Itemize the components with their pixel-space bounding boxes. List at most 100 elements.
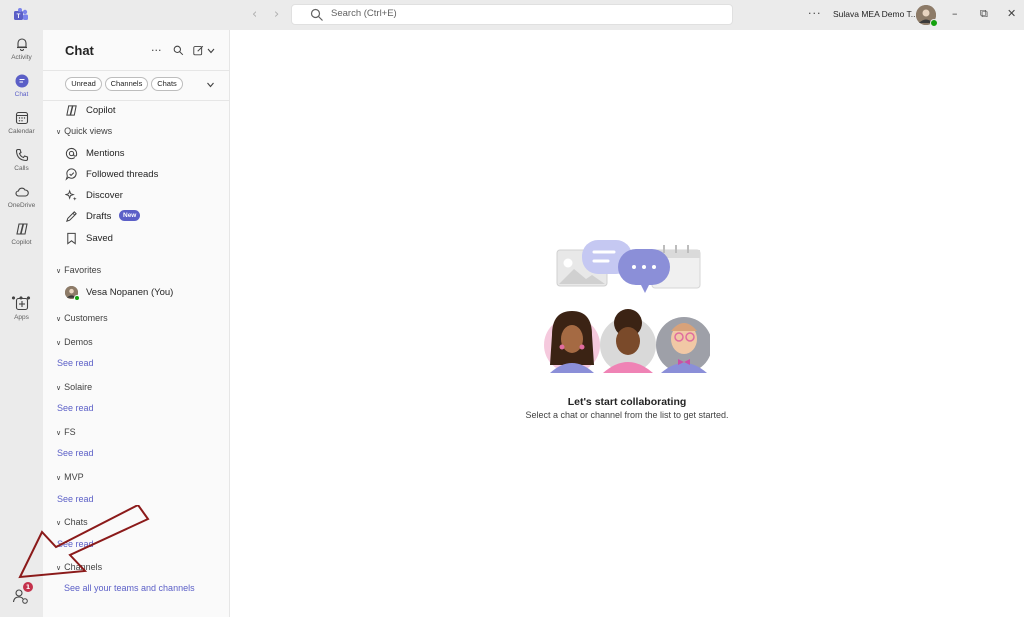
section-demos[interactable]: ∨ Demos	[56, 337, 93, 347]
chat-sidebar: Chat ··· Unread Channels Chats Copilot ∨…	[43, 30, 230, 617]
see-read-link[interactable]: See read	[57, 358, 94, 368]
notification-badge: 1	[23, 582, 33, 592]
calendar-icon	[15, 111, 28, 125]
section-solaire[interactable]: ∨ Solaire	[56, 382, 92, 392]
section-fs[interactable]: ∨ FS	[56, 427, 76, 437]
section-label: FS	[64, 427, 76, 437]
filter-channels[interactable]: Channels	[105, 77, 148, 91]
section-label: Quick views	[64, 126, 113, 136]
collaboration-illustration	[544, 240, 710, 373]
quick-view-label: Saved	[86, 233, 113, 244]
filter-chats[interactable]: Chats	[151, 77, 183, 91]
copilot-icon	[15, 223, 28, 235]
chevron-down-icon: ∨	[56, 129, 62, 136]
rail-label: Calendar	[8, 128, 35, 135]
app-rail: Activity Chat Calendar Calls OneDrive Co…	[0, 30, 43, 617]
divider	[43, 70, 230, 71]
sparkle-icon	[65, 189, 77, 201]
section-label: Solaire	[64, 382, 93, 392]
chevron-down-icon: ∨	[56, 316, 62, 323]
chevron-down-icon: ∨	[56, 268, 62, 275]
new-chat-icon[interactable]	[193, 45, 204, 56]
chevron-down-icon: ∨	[56, 520, 62, 527]
section-chats[interactable]: ∨ Chats	[56, 517, 88, 527]
quick-view-label: Mentions	[86, 148, 125, 159]
see-read-link[interactable]: See read	[57, 448, 94, 458]
empty-state-subtitle: Select a chat or channel from the list t…	[525, 410, 729, 420]
chevron-down-icon[interactable]	[206, 82, 215, 88]
search-input[interactable]: Search (Ctrl+E)	[291, 4, 733, 25]
section-quick-views[interactable]: ∨ Quick views	[56, 126, 112, 136]
bookmark-icon	[67, 232, 76, 245]
rail-label: OneDrive	[7, 202, 36, 209]
rail-label: Activity	[11, 54, 32, 61]
quick-view-followed-threads[interactable]: Followed threads	[43, 165, 230, 185]
more-options-button[interactable]: ···	[808, 7, 822, 20]
minimize-button[interactable]: –	[952, 7, 958, 20]
rail-label: Chat	[14, 91, 29, 98]
copilot-label: Copilot	[86, 105, 116, 116]
quick-view-saved[interactable]: Saved	[43, 229, 230, 249]
avatar	[65, 286, 80, 301]
quick-view-label: Drafts	[86, 211, 112, 222]
rail-item-calendar[interactable]: Calendar	[0, 111, 43, 145]
rail-item-activity[interactable]: Activity	[0, 37, 43, 71]
quick-view-drafts[interactable]: Drafts New	[43, 207, 230, 227]
user-avatar[interactable]	[916, 5, 938, 27]
section-customers[interactable]: ∨ Customers	[56, 313, 108, 323]
rail-item-apps[interactable]: Apps	[0, 297, 43, 331]
rail-item-chat[interactable]: Chat	[0, 74, 43, 108]
see-read-link[interactable]: See read	[57, 539, 94, 549]
rail-item-calls[interactable]: Calls	[0, 148, 43, 182]
search-icon	[310, 8, 323, 21]
close-button[interactable]: ✕	[1007, 7, 1016, 20]
forward-button[interactable]: ›	[274, 7, 279, 22]
back-button[interactable]: ‹	[252, 7, 257, 22]
rail-item-copilot[interactable]: Copilot	[0, 222, 43, 256]
quick-view-label: Followed threads	[86, 169, 159, 180]
section-label: Channels	[64, 562, 103, 572]
restore-button[interactable]: ⧉	[980, 7, 988, 21]
see-read-link[interactable]: See read	[57, 403, 94, 413]
presence-available-icon	[930, 19, 938, 27]
search-placeholder: Search (Ctrl+E)	[331, 8, 397, 19]
chevron-down-icon: ∨	[56, 385, 62, 392]
chevron-down-icon: ∨	[56, 565, 62, 572]
filter-unread[interactable]: Unread	[65, 77, 102, 91]
favorite-contact[interactable]: Vesa Nopanen (You)	[43, 283, 230, 303]
title-bar: T ‹ › Search (Ctrl+E) ··· Sulava MEA Dem…	[0, 0, 1024, 30]
org-name[interactable]: Sulava MEA Demo T...	[833, 9, 918, 19]
empty-state-title: Let's start collaborating	[567, 396, 687, 408]
phone-icon	[15, 148, 28, 162]
see-read-link[interactable]: See read	[57, 494, 94, 504]
followed-threads-icon	[65, 168, 77, 181]
chevron-down-icon: ∨	[56, 430, 62, 437]
teams-logo-icon[interactable]: T	[13, 7, 29, 23]
quick-view-mentions[interactable]: Mentions	[43, 144, 230, 164]
copilot-item[interactable]: Copilot	[43, 101, 230, 121]
svg-text:T: T	[17, 14, 21, 20]
section-label: Customers	[64, 313, 108, 323]
copilot-icon	[66, 105, 77, 116]
section-label: Chats	[64, 517, 88, 527]
rail-label: Copilot	[11, 239, 32, 246]
contact-name: Vesa Nopanen (You)	[86, 287, 174, 298]
presence-available-icon	[74, 295, 80, 301]
sidebar-more-button[interactable]: ···	[151, 44, 162, 57]
chevron-down-icon: ∨	[56, 340, 62, 347]
quick-view-discover[interactable]: Discover	[43, 186, 230, 206]
person-avatar-icon	[656, 317, 710, 373]
at-icon	[65, 147, 78, 160]
see-all-teams-link[interactable]: See all your teams and channels	[64, 583, 195, 593]
rail-item-onedrive[interactable]: OneDrive	[0, 185, 43, 219]
rail-label: Apps	[14, 314, 29, 321]
chevron-down-icon[interactable]	[207, 48, 215, 54]
pencil-icon	[66, 211, 77, 222]
person-avatar-icon	[600, 309, 656, 373]
apps-icon	[15, 297, 28, 311]
search-icon[interactable]	[173, 45, 184, 56]
section-channels[interactable]: ∨ Channels	[56, 562, 102, 572]
section-favorites[interactable]: ∨ Favorites	[56, 265, 101, 275]
section-mvp[interactable]: ∨ MVP	[56, 472, 84, 482]
new-badge: New	[119, 210, 141, 221]
